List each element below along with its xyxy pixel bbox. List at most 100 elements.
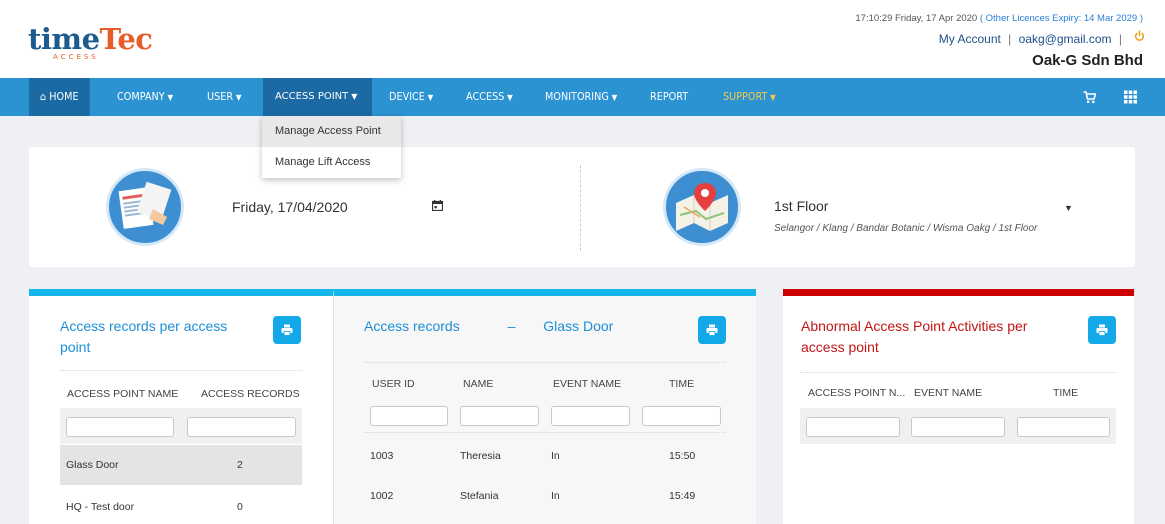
company-name: Oak-G Sdn Bhd [1032, 52, 1143, 69]
table-cell: 2 [237, 459, 243, 471]
print-icon [281, 324, 293, 336]
abnormal-activities-card: Abnormal Access Point Activities per acc… [783, 289, 1134, 524]
chevron-down-icon[interactable]: ▼ [1064, 203, 1073, 213]
nav-access-label: ACCESS [466, 91, 505, 103]
card-title: Abnormal Access Point Activities per acc… [801, 316, 1027, 358]
email-link[interactable]: oakg@gmail.com [1019, 32, 1112, 46]
nav-access-point[interactable]: ACCESS POINT ▼ [263, 78, 372, 116]
print-icon [1096, 324, 1108, 336]
nav-report[interactable]: REPORT [639, 78, 699, 116]
nav-company[interactable]: COMPANY ▼ [106, 78, 184, 116]
chevron-down-icon: ▼ [235, 93, 242, 102]
chevron-down-icon: ▼ [507, 93, 513, 102]
nav-user-label: USER [207, 91, 234, 103]
chevron-down-icon: ▼ [611, 93, 618, 102]
column-header-access-records[interactable]: ACCESS RECORDS [201, 388, 300, 400]
user-id-filter-input[interactable] [370, 406, 448, 426]
nav-device-label: DEVICE [389, 91, 425, 103]
location-select-value[interactable]: 1st Floor [774, 198, 828, 214]
nav-home-label: HOME [49, 91, 79, 103]
panel-divider [580, 165, 581, 251]
chevron-down-icon: ▼ [167, 93, 174, 102]
card-divider [364, 432, 726, 433]
table-cell: 1003 [370, 450, 394, 462]
column-header-name[interactable]: NAME [463, 378, 493, 390]
table-cell: Theresia [460, 450, 501, 462]
power-icon[interactable] [1134, 30, 1145, 42]
event-name-filter-input[interactable] [911, 417, 1005, 437]
server-datetime: 17:10:29 Friday, 17 Apr 2020 ( Other Lic… [855, 13, 1143, 24]
nav-user[interactable]: USER ▼ [196, 78, 253, 116]
nav-access[interactable]: ACCESS ▼ [455, 78, 524, 116]
print-button[interactable] [273, 316, 301, 344]
access-point-name-filter-input[interactable] [806, 417, 900, 437]
link-separator: | [1118, 32, 1122, 46]
table-cell: Glass Door [66, 459, 119, 471]
print-icon [706, 324, 718, 336]
table-cell: 0 [237, 501, 243, 513]
time-filter-input[interactable] [1017, 417, 1110, 437]
event-name-filter-input[interactable] [551, 406, 630, 426]
column-header-user-id[interactable]: USER ID [372, 378, 415, 390]
column-header-event-name[interactable]: EVENT NAME [553, 378, 621, 390]
card-title-line: point [60, 339, 91, 355]
time-filter-input[interactable] [642, 406, 721, 426]
column-header-time[interactable]: TIME [1053, 387, 1078, 399]
calendar-document-illustration [106, 168, 184, 246]
column-header-access-point-name[interactable]: ACCESS POINT N... [808, 387, 905, 399]
licence-expiry-link[interactable]: ( Other Licences Expiry: 14 Mar 2029 ) [980, 13, 1143, 24]
print-button[interactable] [1088, 316, 1116, 344]
nav-monitoring[interactable]: MONITORING ▼ [534, 78, 628, 116]
account-links: My Account | oakg@gmail.com | [939, 32, 1126, 46]
calendar-icon[interactable] [432, 200, 443, 211]
map-location-illustration [663, 168, 741, 246]
card-divider [800, 372, 1116, 373]
nav-support[interactable]: SUPPORT ▼ [712, 78, 787, 116]
card-title-line: Abnormal Access Point Activities per [801, 318, 1028, 334]
card-title-line: Access records per access [60, 318, 228, 334]
timetec-logo[interactable]: timeTec [28, 22, 153, 56]
access-records-filter-input[interactable] [187, 417, 296, 437]
home-icon: ⌂ [40, 91, 47, 103]
cart-icon[interactable] [1083, 90, 1096, 104]
card-title: Access records – Glass Door [364, 316, 613, 337]
table-cell: 1002 [370, 490, 394, 502]
datetime-text: 17:10:29 Friday, 17 Apr 2020 [855, 13, 978, 24]
logo-subtitle: ACCESS [53, 53, 99, 61]
menu-item-manage-access-point[interactable]: Manage Access Point [262, 116, 401, 147]
column-header-access-point-name[interactable]: ACCESS POINT NAME [67, 388, 178, 400]
nav-monitoring-label: MONITORING [545, 91, 609, 103]
location-path: Selangor / Klang / Bandar Botanic / Wism… [774, 223, 1038, 234]
table-cell: In [551, 450, 560, 462]
table-cell: 15:49 [669, 490, 696, 502]
my-account-link[interactable]: My Account [939, 32, 1001, 46]
card-title-door: Glass Door [543, 318, 614, 334]
chevron-down-icon: ▼ [427, 93, 434, 102]
nav-support-label: SUPPORT [723, 91, 768, 103]
column-header-time[interactable]: TIME [669, 378, 694, 390]
table-cell: HQ - Test door [66, 501, 135, 513]
nav-home[interactable]: ⌂ HOME [29, 78, 90, 116]
card-divider [60, 370, 302, 371]
table-cell: In [551, 490, 560, 502]
print-button[interactable] [698, 316, 726, 344]
chevron-down-icon: ▼ [770, 93, 776, 102]
logo-text-main: time [28, 22, 100, 56]
nav-access-point-label: ACCESS POINT [275, 91, 349, 102]
title-dash: – [507, 318, 516, 334]
access-point-dropdown-menu: Manage Access Point Manage Lift Access [262, 116, 401, 178]
menu-item-manage-lift-access[interactable]: Manage Lift Access [262, 147, 401, 178]
column-header-event-name[interactable]: EVENT NAME [914, 387, 982, 399]
filter-panel: Friday, 17/04/2020 1st Floor ▼ Selangor … [29, 147, 1135, 267]
access-point-name-filter-input[interactable] [66, 417, 174, 437]
name-filter-input[interactable] [460, 406, 539, 426]
main-navbar: ⌂ HOME COMPANY ▼ USER ▼ ACCESS POINT ▼ DEVI… [0, 78, 1165, 116]
nav-device[interactable]: DEVICE ▼ [378, 78, 444, 116]
date-picker-value[interactable]: Friday, 17/04/2020 [232, 199, 348, 215]
nav-company-label: COMPANY [117, 91, 165, 103]
table-cell: 15:50 [669, 450, 696, 462]
access-records-detail-card: Access records – Glass Door USER ID NAME… [333, 289, 756, 524]
card-title: Access records per access point [60, 316, 227, 358]
grid-icon[interactable] [1124, 90, 1137, 104]
logo-text-accent: Tec [99, 22, 153, 56]
